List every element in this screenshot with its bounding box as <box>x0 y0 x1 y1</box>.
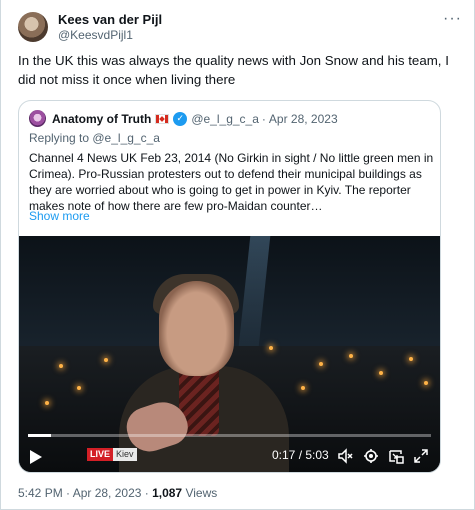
quoted-author-display-name[interactable]: Anatomy of Truth <box>52 112 151 126</box>
location-label: Kiev <box>113 448 137 461</box>
views-label: Views <box>182 486 218 500</box>
author-handle[interactable]: @KeesvdPijl1 <box>58 28 162 43</box>
live-badge: LIVE Kiev <box>87 448 137 461</box>
author-avatar[interactable] <box>18 12 48 42</box>
quoted-tweet[interactable]: Anatomy of Truth ✓ @e_l_g_c_a · Apr 28, … <box>18 100 441 473</box>
video-progress-fill <box>28 434 51 437</box>
video-time: 0:17 / 5:03 <box>272 448 329 462</box>
verified-badge-icon: ✓ <box>173 111 188 126</box>
author-display-name[interactable]: Kees van der Pijl <box>58 12 162 28</box>
quoted-tweet-text: Channel 4 News UK Feb 23, 2014 (No Girki… <box>29 151 434 213</box>
video-player[interactable]: LIVE Kiev 0:17 / 5:03 <box>19 236 440 472</box>
canada-flag-icon <box>155 113 170 124</box>
settings-gear-icon[interactable] <box>363 448 379 464</box>
quoted-tweet-header: Anatomy of Truth ✓ @e_l_g_c_a · Apr 28, … <box>29 110 338 127</box>
author-names: Kees van der Pijl @KeesvdPijl1 <box>58 12 162 43</box>
replying-to: Replying to @e_l_g_c_a <box>29 131 160 145</box>
show-more-link[interactable]: Show more <box>29 209 90 223</box>
meta-separator: · <box>261 111 266 126</box>
video-progress-bar[interactable] <box>28 434 431 437</box>
views-count: 1,087 <box>152 486 183 500</box>
tweet-footer: 5:42 PM · Apr 28, 2023 · 1,087 Views <box>18 486 217 500</box>
fullscreen-icon[interactable] <box>413 448 429 464</box>
play-icon[interactable] <box>29 449 43 465</box>
tweet-card: Kees van der Pijl @KeesvdPijl1 ··· In th… <box>0 0 475 510</box>
tweet-text: In the UK this was always the quality ne… <box>18 53 449 87</box>
live-label: LIVE <box>87 448 114 461</box>
picture-in-picture-icon[interactable] <box>388 448 404 464</box>
tweet-timestamp[interactable]: 5:42 PM · Apr 28, 2023 · <box>18 486 152 500</box>
tweet-header: Kees van der Pijl @KeesvdPijl1 <box>18 12 162 43</box>
volume-muted-icon[interactable] <box>337 448 353 464</box>
quoted-tweet-date[interactable]: Apr 28, 2023 <box>269 112 338 126</box>
quoted-author-handle[interactable]: @e_l_g_c_a <box>191 112 259 126</box>
quoted-author-avatar[interactable] <box>29 110 46 127</box>
more-options-icon[interactable]: ··· <box>443 10 462 28</box>
